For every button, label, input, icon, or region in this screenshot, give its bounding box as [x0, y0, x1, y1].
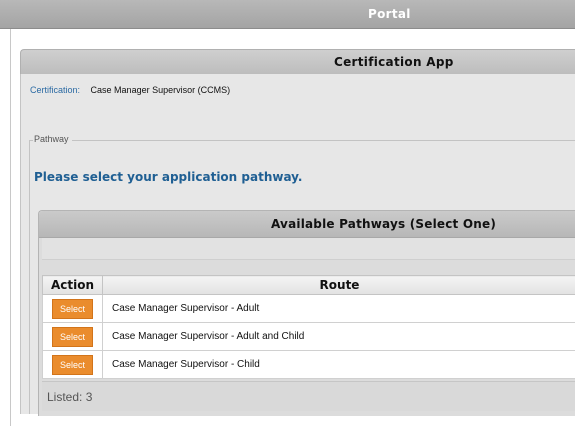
table-row: Select Case Manager Supervisor - Adult	[42, 294, 575, 323]
certification-row: Certification: Case Manager Supervisor (…	[30, 85, 230, 95]
pathway-fieldset-left-border	[29, 140, 30, 414]
pathways-panel: Available Pathways (Select One) Action R…	[38, 210, 575, 416]
pathway-fieldset-top-border	[29, 140, 575, 141]
portal-header-bar: Portal	[0, 0, 575, 29]
pathway-legend: Pathway	[33, 134, 72, 144]
pathways-panel-title: Available Pathways (Select One)	[271, 217, 497, 231]
action-cell: Select	[42, 322, 103, 351]
app-header: Certification App	[20, 49, 575, 75]
pathways-footer: Listed: 3	[42, 381, 575, 411]
table-row: Select Case Manager Supervisor - Adult a…	[42, 322, 575, 351]
certification-value: Case Manager Supervisor (CCMS)	[90, 85, 231, 95]
pathways-table: Action Route Select Case Manager Supervi…	[42, 275, 575, 379]
route-cell: Case Manager Supervisor - Adult and Chil…	[102, 322, 575, 351]
portal-title: Portal	[368, 7, 411, 21]
table-row: Select Case Manager Supervisor - Child	[42, 350, 575, 379]
listed-count: Listed: 3	[47, 390, 93, 404]
pathways-toolbar	[42, 238, 575, 260]
pathway-prompt: Please select your application pathway.	[34, 170, 303, 184]
table-header-row: Action Route	[42, 275, 575, 295]
column-header-route[interactable]: Route	[102, 275, 575, 295]
route-cell: Case Manager Supervisor - Child	[102, 350, 575, 379]
column-header-action[interactable]: Action	[42, 275, 103, 295]
action-cell: Select	[42, 294, 103, 323]
pathways-panel-header: Available Pathways (Select One)	[39, 211, 575, 238]
select-button[interactable]: Select	[52, 298, 93, 319]
certification-label: Certification:	[30, 85, 81, 95]
app-title: Certification App	[334, 55, 454, 69]
select-button[interactable]: Select	[52, 326, 93, 347]
app-body: Certification: Case Manager Supervisor (…	[20, 74, 575, 416]
select-button[interactable]: Select	[52, 354, 93, 375]
action-cell: Select	[42, 350, 103, 379]
route-cell: Case Manager Supervisor - Adult	[102, 294, 575, 323]
